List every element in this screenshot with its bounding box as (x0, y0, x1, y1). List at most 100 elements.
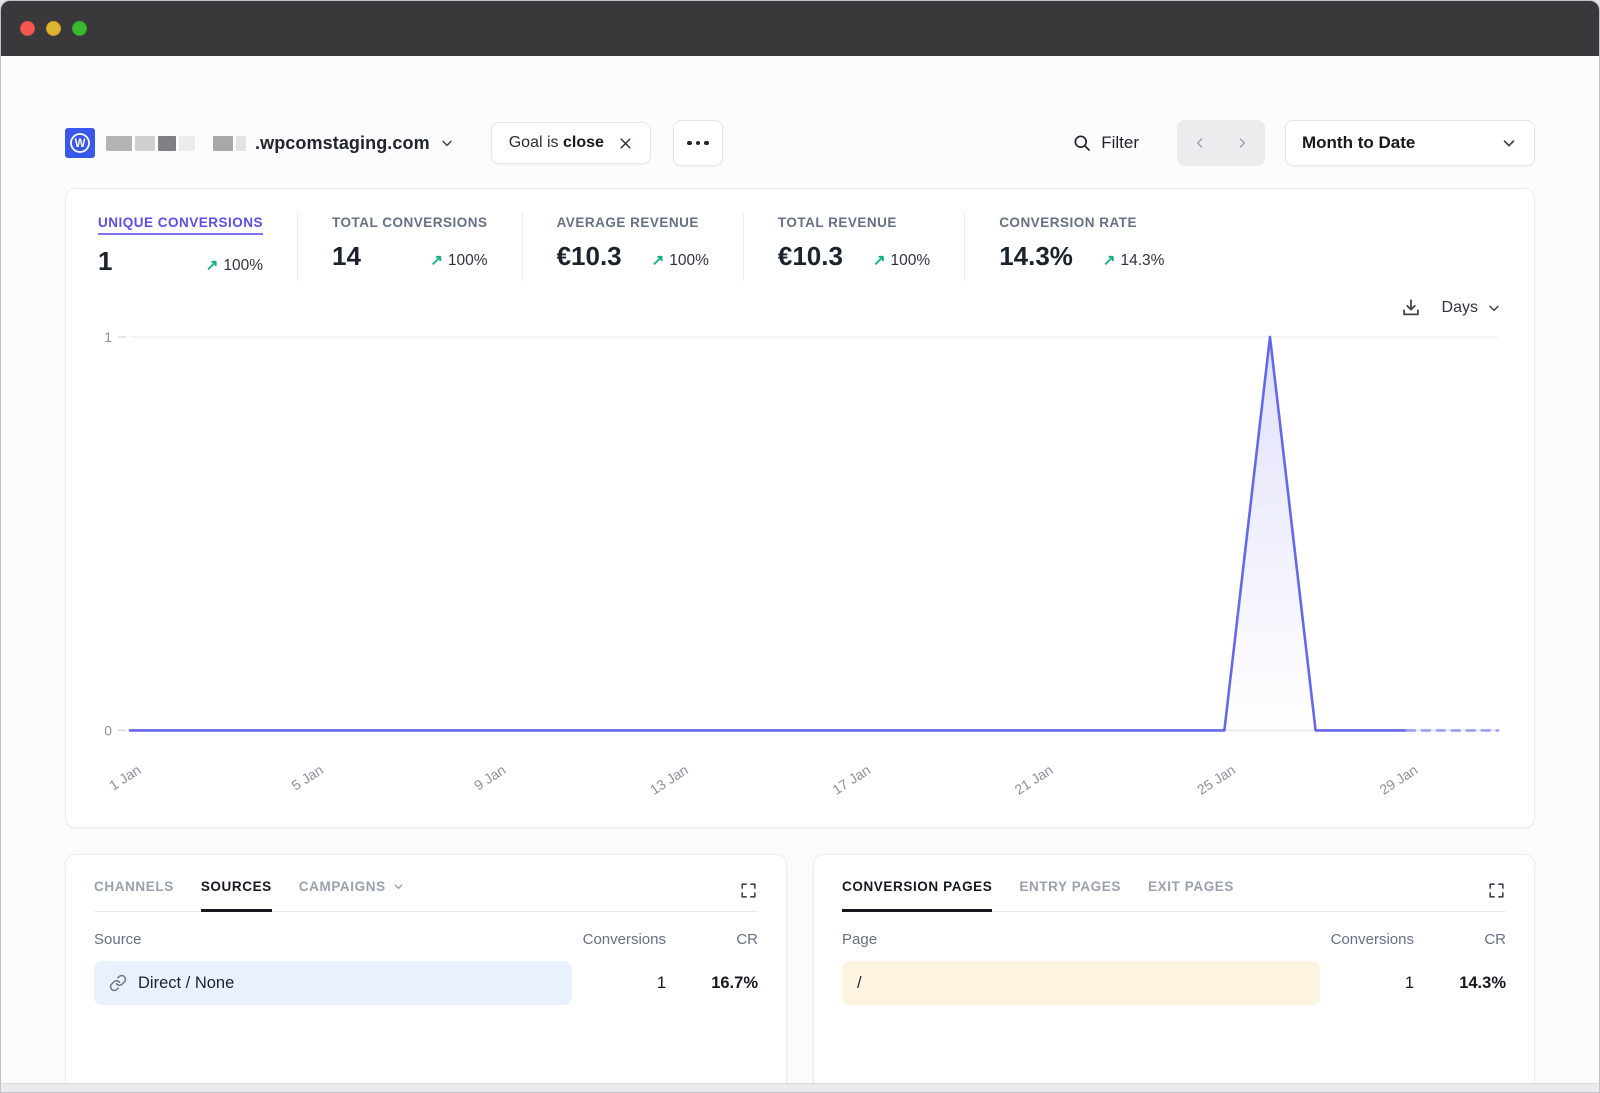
y-tick-label: 0 (104, 722, 112, 738)
tab-entry-pages[interactable]: ENTRY PAGES (1019, 879, 1121, 912)
next-period-button[interactable] (1221, 122, 1263, 164)
svg-text:W: W (75, 138, 86, 150)
metrics-row: UNIQUE CONVERSIONS 1 ↗ 100% TOTAL CONVER… (94, 213, 1506, 281)
filter-label: Filter (1101, 133, 1139, 153)
metric-value: 1 (98, 246, 112, 277)
trend-up-icon: ↗ (430, 251, 443, 269)
metric-label: CONVERSION RATE (999, 215, 1137, 230)
chart-svg: 0 1 1 Jan 5 Jan 9 Jan 13 Jan 17 Jan 21 Jan 25 Ja… (94, 321, 1506, 798)
chevron-down-icon (392, 880, 405, 893)
redacted-site-name (106, 136, 246, 151)
sources-card: CHANNELS SOURCES CAMPAIGNS (65, 854, 787, 1083)
cr-value: 14.3% (1414, 974, 1506, 993)
minimize-window-button[interactable] (46, 21, 61, 36)
site-selector[interactable]: W .wpcomstaging.com (65, 128, 455, 158)
metric-tab-conversion-rate[interactable]: CONVERSION RATE 14.3% ↗ 14.3% (965, 213, 1198, 281)
sources-table-header: Source Conversions CR (94, 931, 758, 948)
wordpress-logo-icon: W (65, 128, 95, 158)
metric-change: ↗ 100% (652, 251, 709, 270)
main-content: W .wpcomstaging.com Goal is close (1, 56, 1599, 1083)
metric-change: ↗ 100% (873, 251, 930, 270)
date-pager (1177, 120, 1265, 166)
trend-up-icon: ↗ (873, 251, 886, 269)
tab-exit-pages[interactable]: EXIT PAGES (1148, 879, 1234, 912)
conversions-value: 1 (1284, 974, 1414, 993)
pages-table-header: Page Conversions CR (842, 931, 1506, 948)
x-tick-label: 1 Jan (106, 761, 143, 793)
filter-button[interactable]: Filter (1072, 133, 1139, 153)
close-icon[interactable] (618, 136, 633, 151)
column-conversions: Conversions (536, 931, 666, 948)
expand-icon (739, 881, 758, 900)
x-tick-label: 13 Jan (647, 761, 691, 797)
x-tick-label: 29 Jan (1377, 761, 1421, 797)
x-tick-label: 9 Jan (471, 761, 508, 793)
interval-select[interactable]: Days (1442, 299, 1502, 317)
trend-up-icon: ↗ (1103, 251, 1116, 269)
pages-card-tabs: CONVERSION PAGES ENTRY PAGES EXIT PAGES (842, 879, 1506, 912)
tab-channels[interactable]: CHANNELS (94, 879, 174, 912)
interval-label: Days (1442, 299, 1478, 317)
pages-card: CONVERSION PAGES ENTRY PAGES EXIT PAGES … (813, 854, 1535, 1083)
metric-change: ↗ 100% (430, 251, 487, 270)
maximize-window-button[interactable] (72, 21, 87, 36)
column-cr: CR (1414, 931, 1506, 948)
date-range-label: Month to Date (1302, 133, 1415, 153)
metric-tab-average-revenue[interactable]: AVERAGE REVENUE €10.3 ↗ 100% (523, 213, 744, 281)
source-name: Direct / None (138, 974, 234, 993)
expand-icon (1487, 881, 1506, 900)
trend-up-icon: ↗ (652, 251, 665, 269)
close-window-button[interactable] (20, 21, 35, 36)
x-tick-label: 21 Jan (1012, 761, 1056, 797)
metric-change: ↗ 100% (206, 256, 263, 275)
metric-label: TOTAL CONVERSIONS (332, 215, 488, 230)
trend-up-icon: ↗ (206, 256, 219, 274)
conversions-line-chart: 0 1 1 Jan 5 Jan 9 Jan 13 Jan 17 Jan 21 Jan 25 Ja… (94, 321, 1506, 798)
metric-label: AVERAGE REVENUE (557, 215, 699, 230)
download-icon[interactable] (1400, 297, 1422, 319)
expand-sources-button[interactable] (739, 881, 758, 900)
sources-card-tabs: CHANNELS SOURCES CAMPAIGNS (94, 879, 758, 912)
page-row-root[interactable]: / 1 14.3% (842, 961, 1506, 1005)
metric-value: 14.3% (999, 241, 1073, 272)
chevron-down-icon (439, 135, 455, 151)
more-options-button[interactable] (673, 120, 723, 166)
metric-value: 14 (332, 241, 361, 272)
tab-campaigns[interactable]: CAMPAIGNS (299, 879, 405, 912)
column-cr: CR (666, 931, 758, 948)
y-tick-label: 1 (104, 329, 112, 345)
column-page: Page (842, 931, 1284, 948)
chart-toolbar: Days (94, 297, 1506, 319)
chevron-left-icon (1192, 135, 1208, 151)
metric-label: TOTAL REVENUE (778, 215, 897, 230)
chevron-right-icon (1234, 135, 1250, 151)
app-window: W .wpcomstaging.com Goal is close (0, 0, 1600, 1093)
chevron-down-icon (1500, 134, 1518, 152)
metric-tab-total-revenue[interactable]: TOTAL REVENUE €10.3 ↗ 100% (744, 213, 965, 281)
metric-change: ↗ 14.3% (1103, 251, 1165, 270)
x-tick-label: 5 Jan (289, 761, 326, 793)
source-row-direct-none[interactable]: Direct / None 1 16.7% (94, 961, 758, 1005)
goal-filter-label: Goal is close (509, 134, 604, 152)
metric-tab-unique-conversions[interactable]: UNIQUE CONVERSIONS 1 ↗ 100% (94, 213, 298, 281)
column-source: Source (94, 931, 536, 948)
previous-period-button[interactable] (1179, 122, 1221, 164)
date-range-select[interactable]: Month to Date (1285, 120, 1535, 166)
conversions-value: 1 (536, 974, 666, 993)
window-titlebar (1, 1, 1599, 56)
search-icon (1072, 133, 1092, 153)
x-tick-label: 25 Jan (1194, 761, 1238, 797)
tab-conversion-pages[interactable]: CONVERSION PAGES (842, 879, 992, 912)
link-icon (109, 974, 127, 992)
goal-filter-chip[interactable]: Goal is close (491, 122, 651, 164)
expand-pages-button[interactable] (1487, 881, 1506, 900)
metric-tab-total-conversions[interactable]: TOTAL CONVERSIONS 14 ↗ 100% (298, 213, 523, 281)
window-bottom-edge (1, 1083, 1599, 1092)
x-tick-label: 17 Jan (829, 761, 873, 797)
tab-sources[interactable]: SOURCES (201, 879, 272, 912)
chevron-down-icon (1486, 300, 1502, 316)
header-toolbar: W .wpcomstaging.com Goal is close (65, 119, 1535, 167)
cr-value: 16.7% (666, 974, 758, 993)
chart-line-solid (130, 337, 1407, 730)
header-right-controls: Filter Month to Date (1072, 120, 1535, 166)
